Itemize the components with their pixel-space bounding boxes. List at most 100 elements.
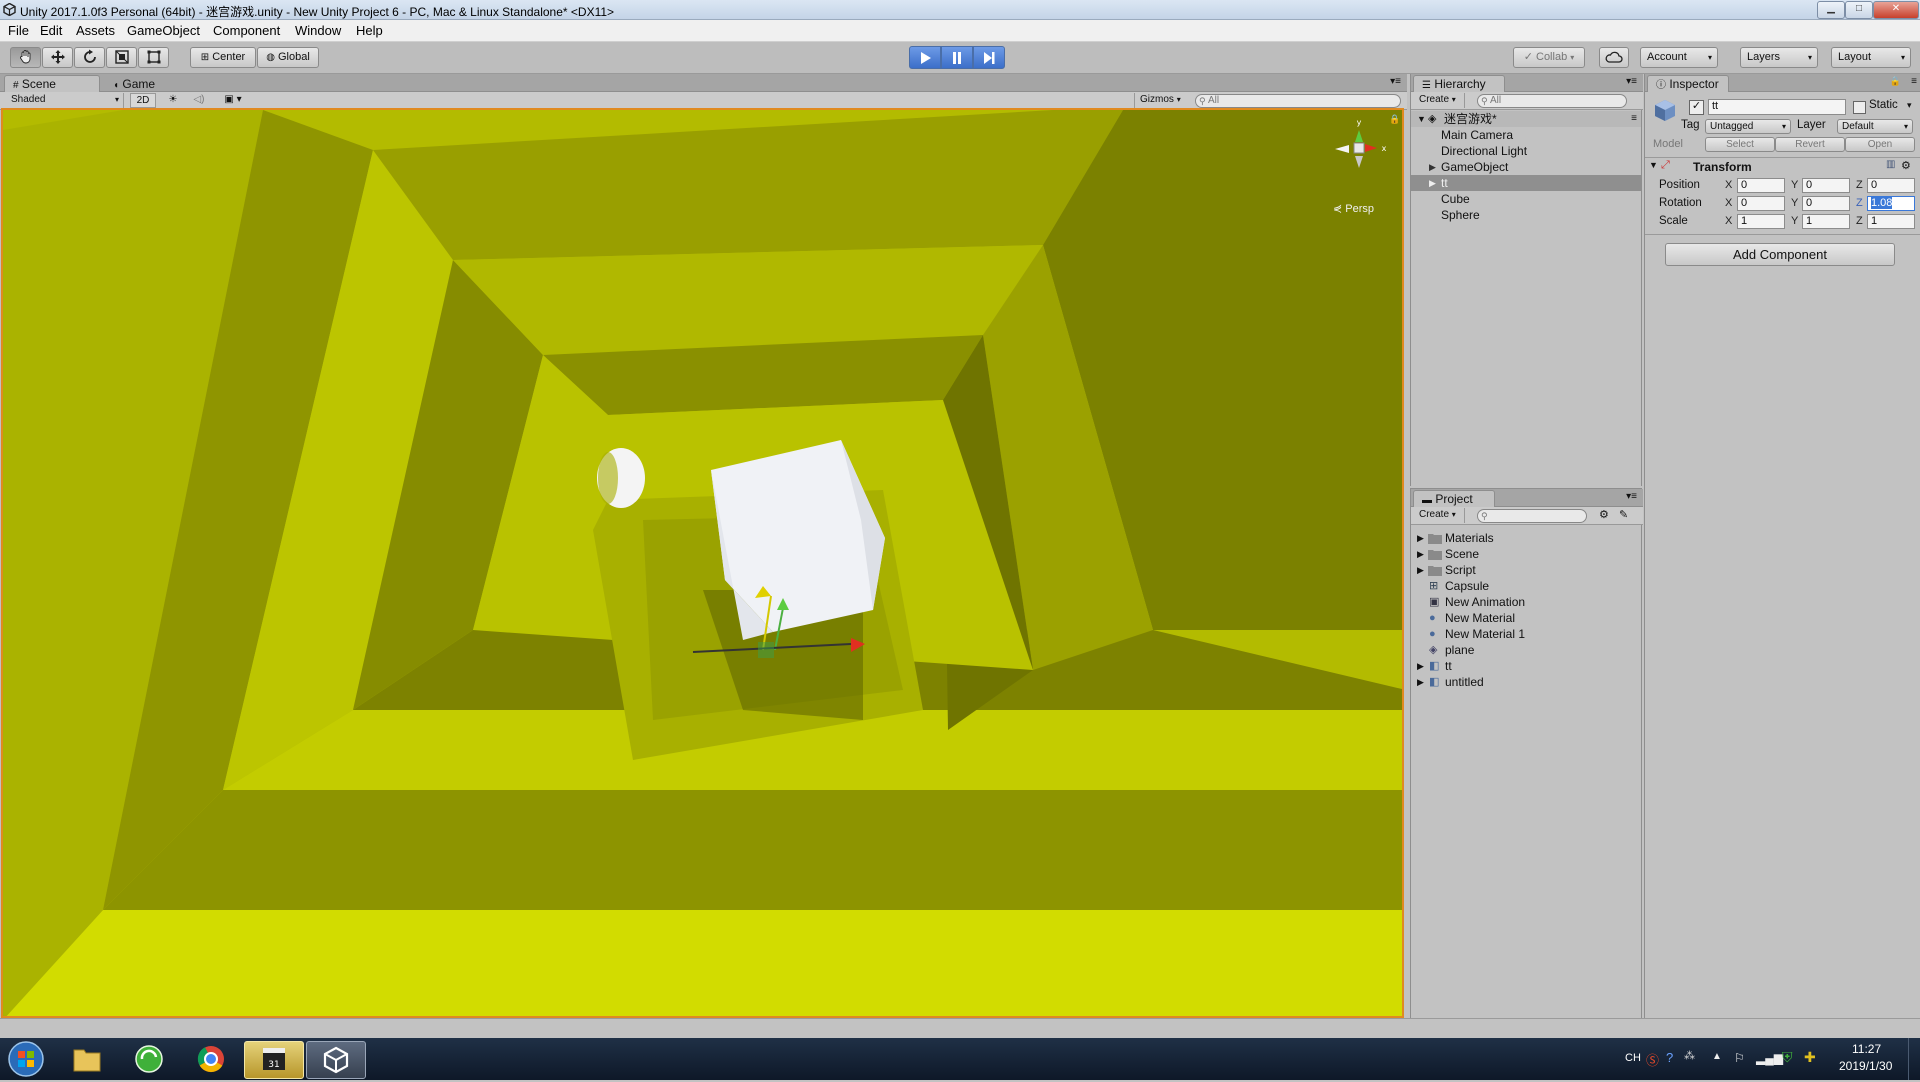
gear-icon[interactable]: ⚙ <box>1901 159 1911 172</box>
space-global-button[interactable]: ◍ Global <box>257 47 319 68</box>
project-search-input[interactable]: ⚲ <box>1477 509 1587 523</box>
filter-by-type-icon[interactable]: ⚙ <box>1599 508 1609 521</box>
settings-tray-icon[interactable]: ⁂ <box>1684 1049 1695 1062</box>
position-x-field[interactable]: 0 <box>1737 178 1785 193</box>
static-checkbox[interactable] <box>1853 101 1866 114</box>
gizmos-dropdown[interactable]: Gizmos ▾ <box>1134 93 1188 108</box>
expand-arrow-icon[interactable]: ▶ <box>1417 546 1424 562</box>
project-item[interactable]: ▶ ◧ untitled <box>1411 674 1641 690</box>
hierarchy-item[interactable]: Cube <box>1411 191 1641 207</box>
pause-button[interactable] <box>941 46 973 69</box>
help-book-icon[interactable]: ▥ <box>1886 159 1895 170</box>
taskbar-unity[interactable] <box>306 1041 366 1079</box>
toggle-2d-button[interactable]: 2D <box>130 93 156 108</box>
menu-gameobject[interactable]: GameObject <box>127 23 200 38</box>
shading-mode-dropdown[interactable]: Shaded ▾ <box>6 93 124 108</box>
scene-menu-icon[interactable]: ≡ <box>1631 111 1637 127</box>
hierarchy-item[interactable]: Main Camera <box>1411 127 1641 143</box>
menu-file[interactable]: File <box>8 23 29 38</box>
hierarchy-item[interactable]: ▶ GameObject <box>1411 159 1641 175</box>
menu-help[interactable]: Help <box>356 23 383 38</box>
security-shield-icon[interactable]: ⛨ <box>1782 1049 1793 1066</box>
project-create-dropdown[interactable]: Create ▾ <box>1415 508 1465 523</box>
cloud-button[interactable] <box>1599 47 1629 68</box>
rotate-tool-button[interactable] <box>74 47 105 68</box>
play-button[interactable] <box>909 46 941 69</box>
panel-menu-icon[interactable]: ▾≡ <box>1626 491 1637 502</box>
lighting-toggle[interactable]: ☀ <box>162 93 184 108</box>
taskbar-app-green[interactable] <box>120 1041 178 1077</box>
layer-dropdown[interactable]: Default ▾ <box>1837 119 1913 134</box>
pivot-center-button[interactable]: ⊞ Center <box>190 47 256 68</box>
rotation-y-field[interactable]: 0 <box>1802 196 1850 211</box>
tab-project[interactable]: ▬ Project <box>1413 490 1495 507</box>
project-item[interactable]: ▶ Materials <box>1411 530 1641 546</box>
rect-tool-button[interactable] <box>138 47 169 68</box>
expand-arrow-icon[interactable]: ▶ <box>1429 175 1436 191</box>
panel-menu-icon[interactable]: ▾≡ <box>1626 76 1637 87</box>
project-item[interactable]: ● New Material 1 <box>1411 626 1641 642</box>
hierarchy-create-dropdown[interactable]: Create ▾ <box>1415 93 1465 108</box>
tray-app-icon[interactable]: ✚ <box>1804 1049 1816 1066</box>
active-checkbox[interactable]: ✓ <box>1689 100 1704 115</box>
collab-dropdown[interactable]: ✓ Collab ▾ <box>1513 47 1585 68</box>
menu-component[interactable]: Component <box>213 23 280 38</box>
hierarchy-search-input[interactable]: ⚲ All <box>1477 94 1627 108</box>
taskbar-media-app[interactable]: 31 <box>244 1041 304 1079</box>
scale-z-field[interactable]: 1 <box>1867 214 1915 229</box>
panel-menu-icon[interactable]: ≡ <box>1911 76 1917 87</box>
network-icon[interactable]: ⚐ <box>1734 1051 1745 1065</box>
filter-by-label-icon[interactable]: ✎ <box>1619 508 1628 521</box>
project-item[interactable]: ▶ ◧ tt <box>1411 658 1641 674</box>
expand-arrow-icon[interactable]: ▶ <box>1429 159 1436 175</box>
hierarchy-item[interactable]: Sphere <box>1411 207 1641 223</box>
add-component-button[interactable]: Add Component <box>1665 243 1895 266</box>
signal-icon[interactable]: ▂▄▆ <box>1756 1051 1783 1065</box>
model-revert-button[interactable]: Revert <box>1775 137 1845 152</box>
expand-arrow-icon[interactable]: ▶ <box>1417 658 1424 674</box>
maximize-button[interactable]: □ <box>1845 1 1873 19</box>
menu-assets[interactable]: Assets <box>76 23 115 38</box>
move-tool-button[interactable] <box>42 47 73 68</box>
rotation-z-field[interactable]: 1.08 <box>1867 196 1915 211</box>
tag-dropdown[interactable]: Untagged ▾ <box>1705 119 1791 134</box>
account-dropdown[interactable]: Account ▾ <box>1640 47 1718 68</box>
panel-menu-icon[interactable]: ▾≡ <box>1390 76 1401 87</box>
help-icon[interactable]: ? <box>1666 1050 1673 1065</box>
expand-arrow-icon[interactable]: ▶ <box>1417 530 1424 546</box>
effects-dropdown[interactable]: ▣ ▾ <box>216 93 250 108</box>
orientation-gizmo[interactable]: y x <box>1321 116 1393 178</box>
menu-window[interactable]: Window <box>295 23 341 38</box>
expand-arrow-icon[interactable]: ▶ <box>1417 674 1424 690</box>
taskbar-chrome[interactable] <box>182 1041 240 1077</box>
taskbar-explorer[interactable] <box>58 1041 116 1077</box>
show-desktop-button[interactable] <box>1908 1038 1920 1080</box>
model-open-button[interactable]: Open <box>1845 137 1915 152</box>
scene-search-input[interactable]: ⚲ All <box>1195 94 1401 108</box>
chevron-down-icon[interactable]: ▾ <box>1907 100 1912 111</box>
minimize-button[interactable]: ▁ <box>1817 1 1845 19</box>
sogou-ime-icon[interactable]: Ⓢ <box>1646 1050 1659 1069</box>
transform-header[interactable]: ▼ ⤢ Transform ▥ ⚙ <box>1645 159 1920 175</box>
project-item[interactable]: ▣ New Animation <box>1411 594 1641 610</box>
project-item[interactable]: ▶ Script <box>1411 562 1641 578</box>
input-language[interactable]: CH <box>1625 1052 1641 1064</box>
project-item[interactable]: ● New Material <box>1411 610 1641 626</box>
step-button[interactable] <box>973 46 1005 69</box>
scale-y-field[interactable]: 1 <box>1802 214 1850 229</box>
project-item[interactable]: ▶ Scene <box>1411 546 1641 562</box>
hierarchy-item[interactable]: Directional Light <box>1411 143 1641 159</box>
layers-dropdown[interactable]: Layers ▾ <box>1740 47 1818 68</box>
position-y-field[interactable]: 0 <box>1802 178 1850 193</box>
clock-time[interactable]: 11:27 <box>1852 1042 1881 1056</box>
clock-date[interactable]: 2019/1/30 <box>1839 1059 1892 1073</box>
scale-x-field[interactable]: 1 <box>1737 214 1785 229</box>
tab-inspector[interactable]: ⓘ Inspector <box>1647 75 1729 92</box>
menu-edit[interactable]: Edit <box>40 23 62 38</box>
tab-game[interactable]: ◖ Game <box>104 75 200 92</box>
expand-arrow-icon[interactable]: ▶ <box>1417 562 1424 578</box>
scene-lock-icon[interactable]: 🔒 <box>1389 114 1400 125</box>
projection-label[interactable]: ⋞ Persp <box>1333 202 1374 215</box>
lock-icon[interactable]: 🔒 <box>1890 76 1901 87</box>
tab-hierarchy[interactable]: ☰ Hierarchy <box>1413 75 1505 92</box>
